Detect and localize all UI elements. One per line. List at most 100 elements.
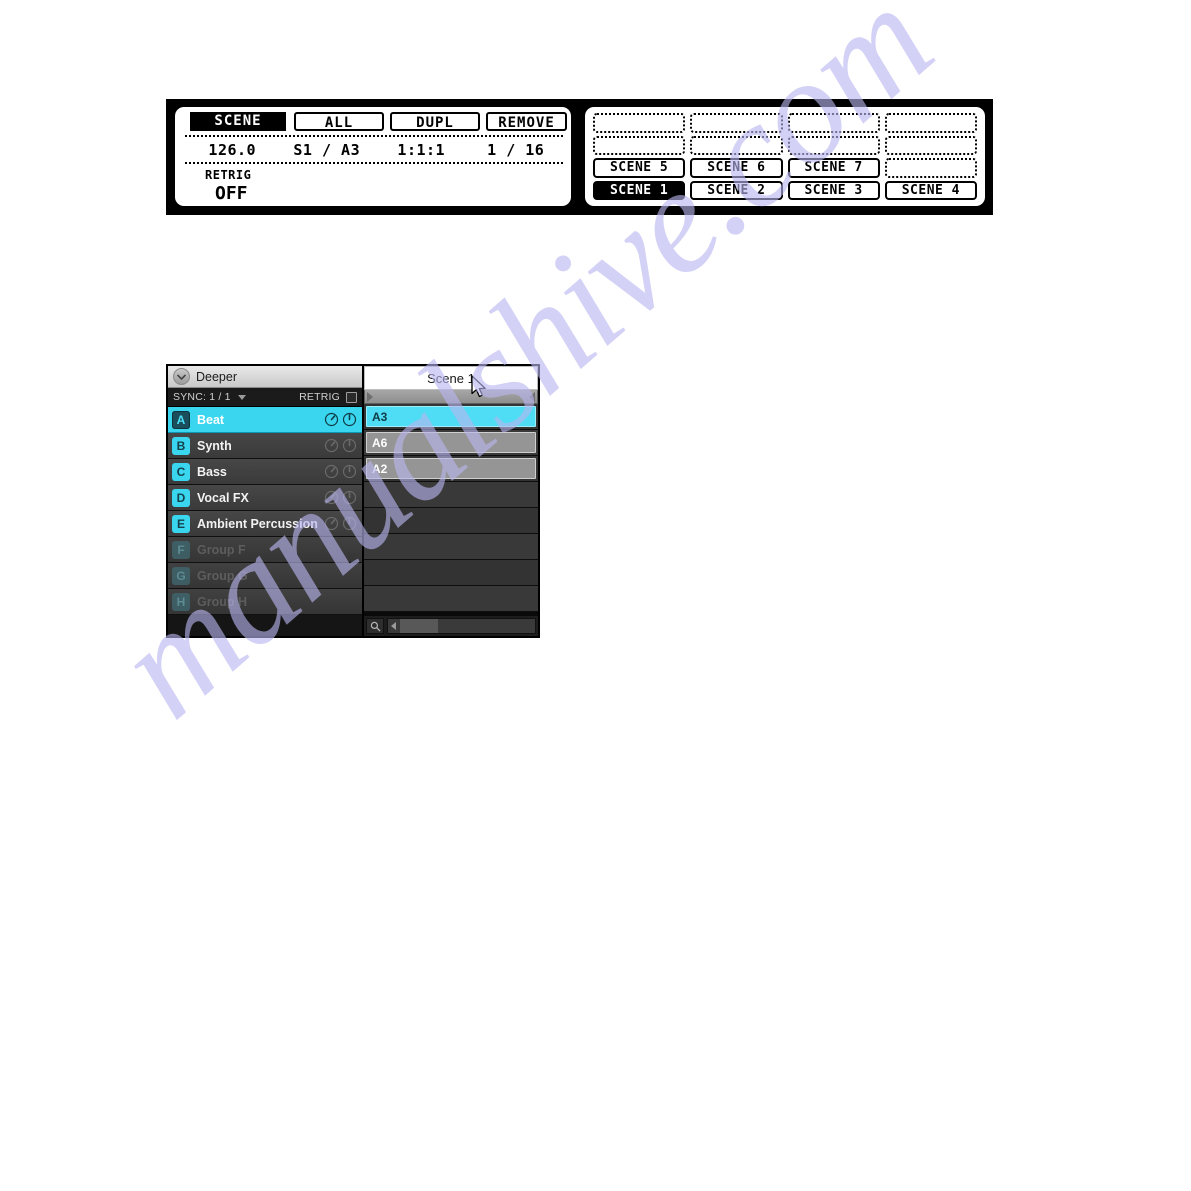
scene-slot-cell[interactable] — [364, 482, 538, 508]
group-name: Ambient Percussion — [197, 516, 318, 531]
scene-slot-cell[interactable] — [364, 586, 538, 612]
scene-slot-cell[interactable]: A6 — [364, 430, 538, 456]
hw-scene-pad[interactable] — [593, 135, 686, 155]
hw-scene-pad[interactable] — [884, 158, 977, 178]
hw-scene-pad[interactable] — [690, 135, 783, 155]
hw-retrig-block[interactable]: RETRIG OFF — [205, 168, 251, 204]
power-knob-icon[interactable] — [342, 438, 357, 453]
scene-slot-cell[interactable] — [364, 560, 538, 586]
hw-tab-scene[interactable]: SCENE — [190, 112, 286, 131]
group-letter-badge: A — [172, 410, 190, 429]
hardware-display-strip: SCENE ALL DUPL REMOVE 126.0 S1 / A3 1:1:… — [166, 99, 993, 215]
hw-scene-pad[interactable] — [690, 113, 783, 133]
scrollbar-thumb[interactable] — [400, 619, 438, 633]
hw-scene-pad[interactable]: SCENE 6 — [690, 158, 783, 178]
hw-scene-pad[interactable] — [787, 113, 880, 133]
group-letter-badge: B — [172, 436, 190, 455]
hw-scene-grid: SCENE 5 SCENE 6 SCENE 7 SCENE 1 SCENE 2 SCENE… — [593, 113, 977, 200]
group-row[interactable]: A Beat — [168, 407, 362, 433]
scene-column-title: Scene 1 — [427, 370, 475, 386]
group-name: Group G — [197, 568, 248, 583]
hw-scene-pad[interactable] — [884, 135, 977, 155]
group-letter-badge: E — [172, 514, 190, 533]
bottom-bar — [364, 616, 538, 636]
volume-knob-icon[interactable] — [324, 464, 339, 479]
hw-scene-pad[interactable] — [884, 113, 977, 133]
scene-slot-cell[interactable]: A2 — [364, 456, 538, 482]
volume-knob-icon[interactable] — [324, 516, 339, 531]
power-knob-icon[interactable] — [342, 490, 357, 505]
scene-scroll-strip[interactable] — [364, 390, 538, 404]
group-header-title: Deeper — [196, 369, 237, 384]
hw-tab-all[interactable]: ALL — [294, 112, 384, 131]
group-letter-badge: D — [172, 488, 190, 507]
group-letter-badge: C — [172, 462, 190, 481]
group-knobs — [324, 464, 357, 479]
scene-column: Scene 1 A3 A6 A2 — [364, 366, 538, 636]
scene-slot-cell[interactable]: A3 — [364, 404, 538, 430]
group-letter-badge: G — [172, 566, 190, 585]
hw-scene-pad[interactable]: SCENE 1 — [593, 180, 686, 200]
retrig-checkbox[interactable] — [346, 391, 357, 403]
group-row[interactable]: G Group G — [168, 563, 362, 589]
scroll-right-icon[interactable] — [529, 391, 535, 402]
hw-retrig-value[interactable]: OFF — [215, 183, 251, 204]
clip-chip[interactable]: A3 — [366, 406, 536, 427]
scroll-left-icon[interactable] — [367, 391, 373, 402]
group-name: Synth — [197, 438, 232, 453]
group-name: Group F — [197, 542, 246, 557]
group-row[interactable]: H Group H — [168, 589, 362, 615]
clip-chip[interactable]: A6 — [366, 432, 536, 453]
power-knob-icon[interactable] — [342, 464, 357, 479]
group-knobs — [324, 516, 357, 531]
hw-scene-pad[interactable] — [787, 135, 880, 155]
group-row[interactable]: E Ambient Percussion — [168, 511, 362, 537]
group-knobs — [324, 438, 357, 453]
group-row[interactable]: F Group F — [168, 537, 362, 563]
hw-value-row: 126.0 S1 / A3 1:1:1 1 / 16 — [185, 135, 563, 164]
hw-scene-pad[interactable] — [593, 113, 686, 133]
hw-tab-dupl[interactable]: DUPL — [390, 112, 480, 131]
hw-value-bars[interactable]: 1:1:1 — [374, 141, 469, 159]
hw-scene-pad[interactable]: SCENE 4 — [884, 180, 977, 200]
chevron-down-icon[interactable] — [237, 394, 246, 400]
chevron-down-circle-icon[interactable] — [173, 368, 190, 385]
group-knobs — [324, 412, 357, 427]
sync-label[interactable]: SYNC: 1 / 1 — [173, 391, 231, 403]
group-header[interactable]: Deeper — [168, 366, 362, 388]
hw-tab-remove[interactable]: REMOVE — [486, 112, 567, 131]
sync-bar: SYNC: 1 / 1 RETRIG — [168, 388, 362, 407]
group-row[interactable]: B Synth — [168, 433, 362, 459]
retrig-label: RETRIG — [299, 391, 340, 403]
volume-knob-icon[interactable] — [324, 490, 339, 505]
hardware-right-display: SCENE 5 SCENE 6 SCENE 7 SCENE 1 SCENE 2 SCENE… — [585, 107, 985, 206]
volume-knob-icon[interactable] — [324, 438, 339, 453]
hw-scene-pad[interactable]: SCENE 7 — [787, 158, 880, 178]
scroll-left-icon[interactable] — [391, 622, 396, 630]
hw-value-tempo[interactable]: 126.0 — [185, 141, 280, 159]
group-name: Beat — [197, 412, 225, 427]
group-row[interactable]: D Vocal FX — [168, 485, 362, 511]
group-row[interactable]: C Bass — [168, 459, 362, 485]
hw-scene-pad[interactable]: SCENE 3 — [787, 180, 880, 200]
horizontal-scrollbar[interactable] — [387, 618, 536, 634]
group-name: Group H — [197, 594, 247, 609]
hw-value-quantize[interactable]: 1 / 16 — [469, 141, 564, 159]
power-knob-icon[interactable] — [342, 516, 357, 531]
group-letter-badge: H — [172, 592, 190, 611]
magnifier-icon[interactable] — [366, 618, 384, 634]
scene-column-header[interactable]: Scene 1 — [364, 366, 538, 390]
hw-scene-pad[interactable]: SCENE 2 — [690, 180, 783, 200]
clip-chip[interactable]: A2 — [366, 458, 536, 479]
volume-knob-icon[interactable] — [324, 412, 339, 427]
hw-retrig-label: RETRIG — [205, 168, 252, 182]
group-name: Vocal FX — [197, 490, 249, 505]
scene-slot-cell[interactable] — [364, 534, 538, 560]
scene-slot-cells: A3 A6 A2 — [364, 404, 538, 612]
scene-slot-cell[interactable] — [364, 508, 538, 534]
hw-scene-pad[interactable]: SCENE 5 — [593, 158, 686, 178]
hardware-left-display: SCENE ALL DUPL REMOVE 126.0 S1 / A3 1:1:… — [175, 107, 571, 206]
group-knobs — [324, 490, 357, 505]
power-knob-icon[interactable] — [342, 412, 357, 427]
hw-value-position[interactable]: S1 / A3 — [280, 141, 375, 159]
